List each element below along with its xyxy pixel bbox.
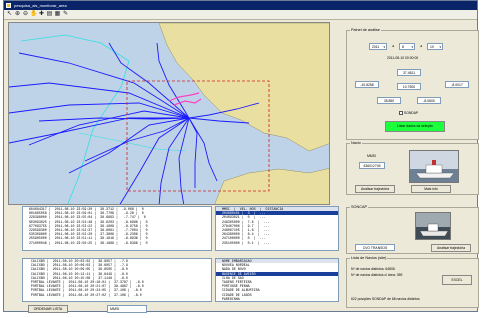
brush-icon[interactable]: ✎ (62, 11, 69, 18)
day-select[interactable]: 10 ▾ (427, 43, 443, 50)
panel-title: Navio (350, 141, 362, 145)
table-row[interactable]: PORTBAL LEVANTE | 2011-08-10 20:27:02 | … (23, 293, 211, 297)
zoom-in-icon[interactable]: ⊕ (14, 11, 21, 18)
ais-track-map[interactable] (8, 22, 330, 205)
map-canvas (9, 23, 329, 204)
panel-title: SONCAP (350, 205, 369, 209)
lon-max-field[interactable]: -8.0017 (445, 81, 469, 88)
legend-icon[interactable]: ▤ (46, 11, 53, 18)
title-bar: pesquisa_ais_monitorar_area (4, 1, 477, 10)
panel-title: Lista de Navios (site) (350, 256, 388, 260)
lon-min-field[interactable]: -10.8258 (355, 81, 379, 88)
year-select[interactable]: 2011 ▾ (369, 43, 387, 50)
station-data-table[interactable]: CALIXBO | 2011-08-10 20:03:02 | 38.8057 … (22, 258, 212, 302)
vessel-speed-table[interactable]: MMSI | VEL. NOS | DISTANCIA 204090101 | … (215, 206, 339, 251)
sondap-vessel-photo (415, 212, 451, 240)
vessel-photo (409, 150, 459, 183)
mmsi-label: MMSI (367, 154, 376, 158)
table-row[interactable]: 235105000 | 0.1 | --- (216, 241, 338, 245)
sondap-analyze-track-button[interactable]: Analisar trajectória (431, 244, 471, 252)
lon-extra-field[interactable]: -8.0600 (417, 97, 441, 104)
datetime-label: 2011-08-10 00:00:00 (387, 56, 419, 60)
app-window: pesquisa_ais_monitorar_area ↖ ⊕ ⊖ ✋ ✚ ▤ … (3, 0, 479, 313)
ship-photo-image (416, 213, 450, 239)
table-row[interactable]: 271000046 | 2011-08-10 23:50:25 | 38.188… (23, 241, 211, 245)
more-info-button[interactable]: Mais info (411, 185, 451, 193)
analysis-panel: Painel de análise 2011 ▾ ◂ 8 ▾ ◂ 10 ▾ 2011-… (346, 28, 479, 140)
pan-icon[interactable]: ✋ (30, 11, 37, 18)
zoom-out-icon[interactable]: ⊖ (22, 11, 29, 18)
mmsi-field[interactable]: 636012745 (359, 162, 385, 169)
vessel-panel: Navio MMSI 636012745 Analisar trajectóri… (346, 141, 479, 195)
left-data-table[interactable]: 604094317 | 2011-08-10 23:59:20 | 38.371… (22, 206, 212, 251)
lat-max-field[interactable]: 37.4811 (397, 69, 421, 76)
list-selection-button[interactable]: Listar dados da seleção (385, 121, 445, 132)
table-row[interactable]: PAREDINHA (216, 297, 338, 301)
vessel-list-panel: Lista de Navios (site) Nº de navios dist… (346, 256, 479, 308)
distinct-vessels-count: Nº de navios distintos: 64806 (351, 267, 395, 271)
distinct-vessels-area-count: Nº de navios distintos c/ área: 359 (351, 273, 403, 277)
analyze-track-button[interactable]: Analisar trajectória (355, 185, 395, 193)
month-stepper-icon[interactable]: ◂ (420, 44, 422, 48)
month-select[interactable]: 8 ▾ (399, 43, 415, 50)
sondap-vessel-name-field[interactable]: CVO TRANSOS (355, 244, 395, 251)
sort-list-button[interactable]: ORDENAR LISTA (28, 305, 68, 313)
lat-min-field[interactable]: 35.850 (377, 97, 401, 104)
select-icon[interactable]: ↖ (6, 11, 13, 18)
center-lat-field[interactable]: 10.7500 (397, 83, 421, 90)
sort-field-select[interactable]: MMSI (107, 305, 147, 313)
grid-icon[interactable]: ▦ (54, 11, 61, 18)
window-title: pesquisa_ais_monitorar_area (14, 3, 67, 8)
vessel-name-table[interactable]: NOME EMBARCACAO NOUVEA NORDEAL NADA DE N… (215, 258, 339, 302)
toolbar: ↖ ⊕ ⊖ ✋ ✚ ▤ ▦ ✎ (4, 10, 477, 20)
sort-field-value: MMSI (110, 307, 120, 311)
sondap-positions-summary: 622 posições SONDAP de 68 navios distint… (351, 297, 420, 301)
panel-title: Painel de análise (350, 28, 381, 32)
excel-export-button[interactable]: EXCEL (442, 275, 472, 285)
sondap-panel: SONCAP CVO TRANSOS Analisar trajectória (346, 205, 479, 254)
chevron-down-icon: ▾ (383, 45, 385, 49)
sondap-checkbox[interactable]: SONDAP (399, 111, 418, 116)
checkbox-checked-icon[interactable] (399, 111, 403, 116)
ship-photo-image (410, 151, 458, 182)
data-cursor-icon[interactable]: ✚ (38, 11, 45, 18)
app-icon (6, 3, 11, 8)
chevron-down-icon: ▾ (439, 45, 441, 49)
year-stepper-icon[interactable]: ◂ (392, 44, 394, 48)
chevron-down-icon: ▾ (411, 45, 413, 49)
